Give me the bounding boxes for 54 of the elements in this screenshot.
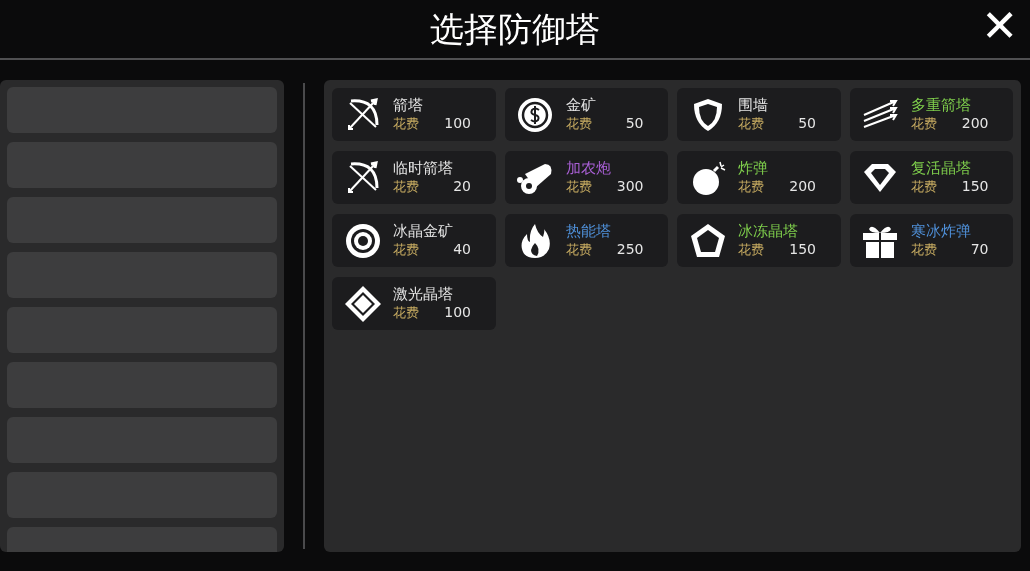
tower-card[interactable]: 热能塔 花费 250 xyxy=(504,214,668,267)
tower-name: 多重箭塔 xyxy=(910,96,972,116)
cost-value: 150 xyxy=(961,178,989,196)
cost-label: 花费 xyxy=(910,241,937,258)
cost-label: 花费 xyxy=(910,115,937,132)
cost-value: 100 xyxy=(444,304,471,322)
cost-label: 花费 xyxy=(738,178,764,195)
cost-value: 40 xyxy=(453,241,471,259)
cost-label: 花费 xyxy=(738,115,764,132)
cost-value: 100 xyxy=(444,115,471,133)
tower-card[interactable]: 激光晶塔 花费 100 xyxy=(332,277,496,330)
cost-value: 250 xyxy=(616,241,644,259)
tower-card[interactable]: 加农炮 花费 300 xyxy=(504,151,668,204)
tower-name: 冰晶金矿 xyxy=(393,222,454,242)
tower-name: 寒冰炸弹 xyxy=(910,222,972,242)
tower-name: 复活晶塔 xyxy=(910,159,972,179)
cost-label: 花费 xyxy=(393,241,419,258)
tower-card[interactable]: 复活晶塔 花费 150 xyxy=(849,151,1013,204)
tower-name: 炸弹 xyxy=(738,159,769,179)
cost-value: 50 xyxy=(798,115,816,133)
cost-value: 300 xyxy=(616,178,644,196)
tower-card[interactable]: 多重箭塔 花费 200 xyxy=(849,88,1013,141)
cost-label: 花费 xyxy=(393,178,419,195)
tower-card[interactable]: 围墙 花费 50 xyxy=(677,88,841,141)
tower-card[interactable]: 临时箭塔 花费 20 xyxy=(332,151,496,204)
cost-value: 200 xyxy=(789,178,816,196)
cost-label: 花费 xyxy=(393,115,419,132)
cost-value: 150 xyxy=(789,241,816,259)
cost-value: 70 xyxy=(970,241,989,259)
tower-card[interactable]: 冰冻晶塔 花费 150 xyxy=(677,214,841,267)
tower-name: 临时箭塔 xyxy=(393,159,454,179)
tower-name: 金矿 xyxy=(565,96,597,116)
tower-name: 箭塔 xyxy=(393,96,424,116)
tower-name: 冰冻晶塔 xyxy=(738,222,799,242)
tower-card[interactable]: 冰晶金矿 花费 40 xyxy=(332,214,496,267)
tower-name: 热能塔 xyxy=(565,222,612,242)
window-title: 选择防御塔 xyxy=(430,12,600,46)
close-button[interactable]: ✕ xyxy=(981,4,1018,48)
tower-name: 激光晶塔 xyxy=(393,285,454,305)
cost-value: 200 xyxy=(961,115,989,133)
cost-label: 花费 xyxy=(393,304,419,321)
cost-label: 花费 xyxy=(910,178,937,195)
tower-name: 围墙 xyxy=(738,96,769,116)
tower-card[interactable]: 箭塔 花费 100 xyxy=(332,88,496,141)
cost-label: 花费 xyxy=(565,178,592,195)
cost-value: 50 xyxy=(625,115,644,133)
cost-label: 花费 xyxy=(565,241,592,258)
tower-name: 加农炮 xyxy=(565,159,612,179)
tower-card[interactable]: 金矿 花费 50 xyxy=(504,88,668,141)
cost-value: 20 xyxy=(453,178,471,196)
cost-label: 花费 xyxy=(565,115,592,132)
cost-label: 花费 xyxy=(738,241,764,258)
tower-card[interactable]: 寒冰炸弹 花费 70 xyxy=(849,214,1013,267)
tower-card[interactable]: 炸弹 花费 200 xyxy=(677,151,841,204)
